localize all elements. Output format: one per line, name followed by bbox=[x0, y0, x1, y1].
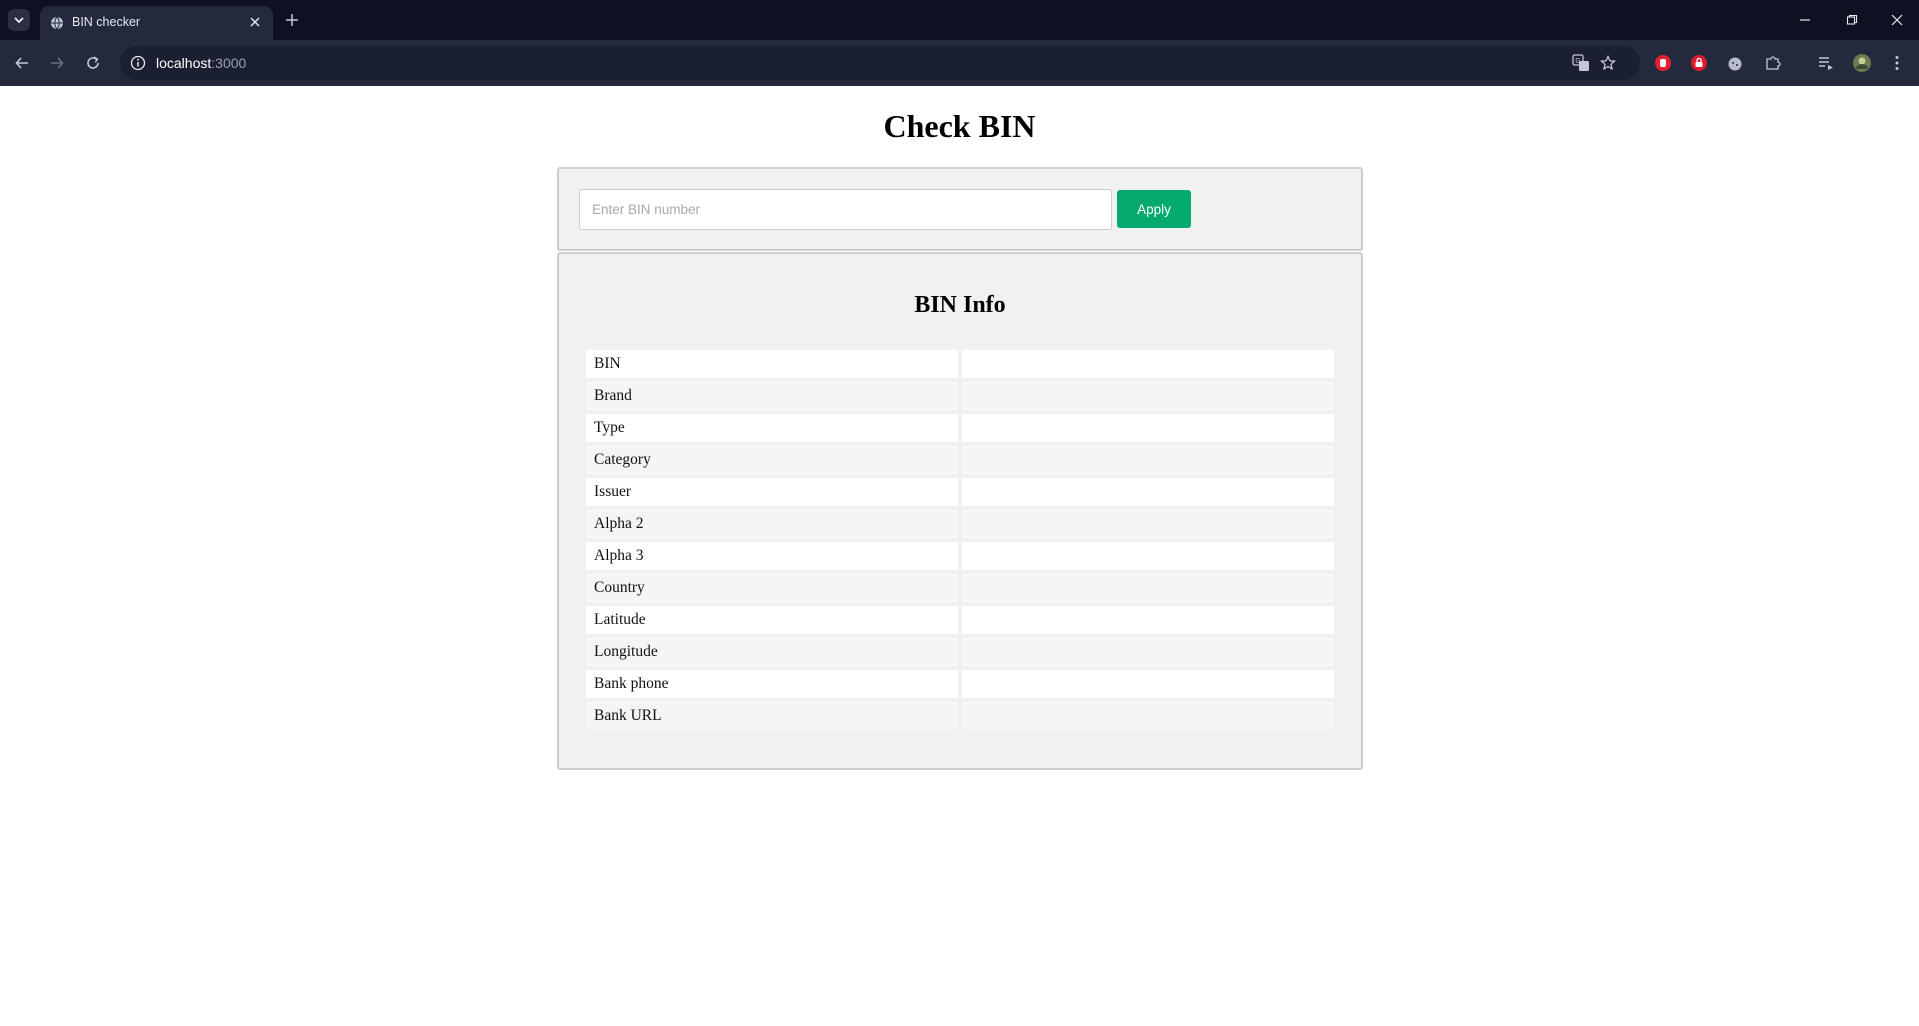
row-value-bank-phone bbox=[962, 670, 1334, 698]
row-label-bank-phone: Bank phone bbox=[586, 670, 958, 698]
table-row: Category bbox=[586, 446, 1334, 474]
row-value-latitude bbox=[962, 606, 1334, 634]
close-icon bbox=[250, 17, 260, 27]
extension-cookie-button[interactable] bbox=[1724, 52, 1746, 74]
restore-icon bbox=[1846, 14, 1858, 25]
row-label-issuer: Issuer bbox=[586, 478, 958, 506]
address-bar[interactable]: localhost:3000 G bbox=[120, 46, 1640, 80]
browser-toolbar: localhost:3000 G bbox=[0, 40, 1919, 86]
bin-info-table: BIN Brand Type Category Issuer Alpha 2 A… bbox=[582, 346, 1338, 734]
table-row: Alpha 2 bbox=[586, 510, 1334, 538]
forward-button[interactable] bbox=[46, 52, 68, 74]
minimize-button[interactable] bbox=[1795, 10, 1815, 30]
table-row: Alpha 3 bbox=[586, 542, 1334, 570]
row-label-latitude: Latitude bbox=[586, 606, 958, 634]
tab-close-button[interactable] bbox=[247, 14, 263, 30]
row-value-alpha-2 bbox=[962, 510, 1334, 538]
globe-icon bbox=[51, 16, 63, 30]
url-text[interactable]: localhost:3000 bbox=[156, 55, 246, 71]
row-label-category: Category bbox=[586, 446, 958, 474]
table-row: Brand bbox=[586, 382, 1334, 410]
extensions-button[interactable] bbox=[1762, 52, 1784, 74]
bin-info-panel: BIN Info BIN Brand Type Category Issuer … bbox=[557, 252, 1363, 770]
bin-number-input[interactable] bbox=[579, 189, 1112, 230]
row-label-brand: Brand bbox=[586, 382, 958, 410]
arrow-right-icon bbox=[51, 57, 64, 69]
row-label-bin: BIN bbox=[586, 350, 958, 378]
row-value-brand bbox=[962, 382, 1334, 410]
new-tab-button[interactable] bbox=[283, 11, 301, 29]
restore-button[interactable] bbox=[1842, 10, 1862, 30]
row-value-issuer bbox=[962, 478, 1334, 506]
row-value-country bbox=[962, 574, 1334, 602]
avatar-icon bbox=[1853, 54, 1871, 72]
row-value-alpha-3 bbox=[962, 542, 1334, 570]
table-row: Type bbox=[586, 414, 1334, 442]
reload-button[interactable] bbox=[82, 52, 104, 74]
url-host: localhost bbox=[156, 55, 212, 71]
url-port: :3000 bbox=[211, 55, 247, 71]
back-button[interactable] bbox=[11, 52, 33, 74]
browser-menu-button[interactable] bbox=[1886, 52, 1908, 74]
plus-icon bbox=[286, 14, 298, 26]
browser-tab-strip: BIN checker bbox=[0, 0, 1919, 40]
page-title: Check BIN bbox=[883, 108, 1036, 144]
row-value-bank-url bbox=[962, 702, 1334, 730]
row-value-category bbox=[962, 446, 1334, 474]
site-info-icon[interactable] bbox=[130, 55, 146, 71]
row-label-bank-url: Bank URL bbox=[586, 702, 958, 730]
lock-icon bbox=[1691, 55, 1707, 71]
row-label-type: Type bbox=[586, 414, 958, 442]
playlist-icon bbox=[1819, 57, 1833, 70]
reload-icon bbox=[87, 56, 99, 69]
arrow-left-icon bbox=[15, 57, 28, 69]
browser-tab-active[interactable]: BIN checker bbox=[40, 6, 273, 40]
profile-avatar[interactable] bbox=[1851, 52, 1873, 74]
translate-button[interactable]: G bbox=[1570, 52, 1592, 74]
table-row: BIN bbox=[586, 350, 1334, 378]
table-row: Country bbox=[586, 574, 1334, 602]
cookie-icon bbox=[1728, 57, 1742, 71]
close-window-button[interactable] bbox=[1887, 10, 1907, 30]
bin-info-title: BIN Info bbox=[914, 292, 1006, 318]
table-row: Issuer bbox=[586, 478, 1334, 506]
apply-button[interactable]: Apply bbox=[1117, 190, 1191, 228]
star-icon bbox=[1600, 55, 1616, 71]
chevron-down-icon bbox=[14, 17, 24, 24]
row-label-country: Country bbox=[586, 574, 958, 602]
translate-icon: G bbox=[1572, 54, 1589, 71]
search-panel: Apply bbox=[557, 167, 1363, 251]
svg-text:G: G bbox=[1575, 57, 1580, 65]
table-row: Bank URL bbox=[586, 702, 1334, 730]
row-value-type bbox=[962, 414, 1334, 442]
more-vertical-icon bbox=[1895, 56, 1899, 70]
tab-title: BIN checker bbox=[72, 15, 141, 29]
row-value-bin bbox=[962, 350, 1334, 378]
extension-adblock-button[interactable] bbox=[1652, 52, 1674, 74]
row-label-alpha-2: Alpha 2 bbox=[586, 510, 958, 538]
row-value-longitude bbox=[962, 638, 1334, 666]
bookmark-button[interactable] bbox=[1597, 52, 1619, 74]
row-label-longitude: Longitude bbox=[586, 638, 958, 666]
tab-search-button[interactable] bbox=[8, 9, 30, 31]
table-row: Bank phone bbox=[586, 670, 1334, 698]
extension-lock-button[interactable] bbox=[1688, 52, 1710, 74]
hand-stop-icon bbox=[1655, 55, 1671, 71]
close-icon bbox=[1891, 14, 1903, 26]
page-content: Check BIN Apply BIN Info BIN Brand Type … bbox=[0, 86, 1919, 1026]
row-label-alpha-3: Alpha 3 bbox=[586, 542, 958, 570]
puzzle-icon bbox=[1766, 56, 1781, 70]
minimize-icon bbox=[1800, 19, 1810, 21]
table-row: Longitude bbox=[586, 638, 1334, 666]
media-controls-button[interactable] bbox=[1815, 52, 1837, 74]
table-row: Latitude bbox=[586, 606, 1334, 634]
